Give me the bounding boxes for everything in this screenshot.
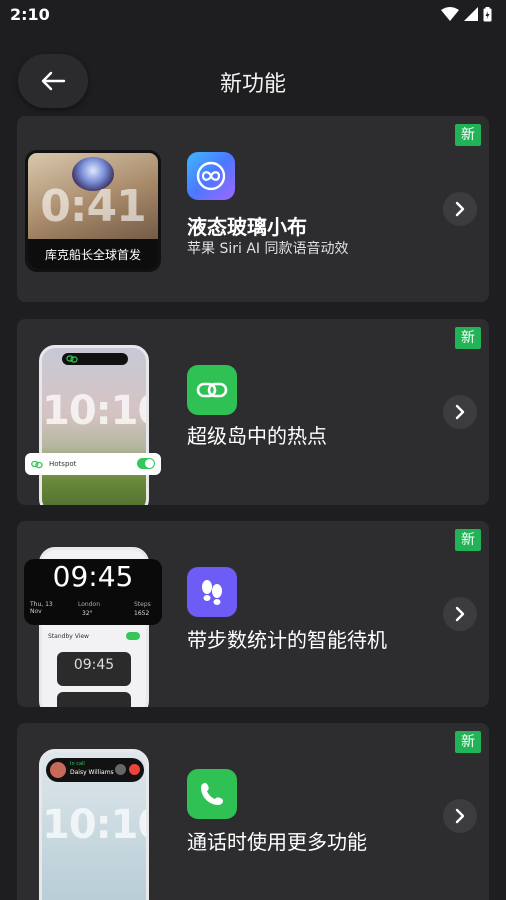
standby-mini-preview-2 [57, 692, 131, 707]
chevron-right-icon [455, 808, 465, 824]
battery-icon [483, 6, 492, 21]
preview-caption-text: 库克船长全球首发 [44, 247, 141, 262]
standby-view-label: Standby View [48, 632, 89, 640]
signal-icon [464, 7, 478, 21]
footprints-icon [202, 580, 222, 605]
preview-clock: 10:10 [42, 802, 146, 848]
feature-card-standby[interactable]: 新 Standby View 09:45 09:45 Thu, 13 Nov L… [17, 521, 489, 707]
hotspot-app-icon [187, 365, 237, 415]
liquid-glass-app-icon [187, 152, 235, 200]
standby-widget: 09:45 Thu, 13 Nov London 32° Steps 1652 [24, 559, 162, 625]
link-icon [66, 355, 78, 363]
chevron-right-button[interactable] [443, 799, 477, 833]
standby-date: Thu, 13 Nov [30, 601, 53, 615]
steps-label: Steps [134, 601, 151, 608]
status-time: 2:10 [10, 4, 50, 24]
caller-name: Daisy Williams [70, 769, 114, 776]
preview-clock: 10:10 [42, 388, 146, 434]
dynamic-island [62, 353, 128, 365]
phone-preview: 10:10 [39, 345, 149, 505]
header: 新功能 [0, 52, 506, 112]
feature-preview: 0:41 库克船长全球首发 [25, 150, 161, 272]
link-icon [31, 460, 43, 468]
chevron-right-button[interactable] [443, 192, 477, 226]
card-title: 超级岛中的热点 [187, 424, 327, 448]
standby-toggle [126, 632, 140, 640]
steps-value: 1652 [134, 610, 150, 617]
chevron-right-icon [455, 606, 465, 622]
hotspot-label: Hotspot [49, 460, 77, 468]
hotspot-toggle [137, 458, 155, 469]
steps-app-icon [187, 567, 237, 617]
chevron-right-icon [455, 404, 465, 420]
hotspot-pill: Hotspot [25, 453, 161, 475]
phone-icon [201, 783, 223, 805]
new-badge: 新 [455, 124, 481, 146]
standby-clock: 09:45 [52, 560, 134, 593]
hang-up-icon [129, 764, 140, 775]
feature-card-liquid-glass[interactable]: 新 0:41 库克船长全球首发 液态玻璃小布 苹果 Siri AI 同款语音动效 [17, 116, 489, 302]
mini-clock: 09:45 [73, 657, 115, 673]
card-title: 通话时使用更多功能 [187, 830, 367, 854]
call-island: In call Daisy Williams [46, 758, 144, 782]
chevron-right-icon [455, 201, 465, 217]
chevron-right-button[interactable] [443, 395, 477, 429]
status-bar: 2:10 [0, 0, 506, 28]
preview-clock: 0:41 [40, 181, 146, 232]
preview-caption: 库克船长全球首发 [28, 239, 158, 269]
caller-status: In call [70, 761, 85, 767]
link-icon [196, 382, 228, 398]
mute-icon [115, 764, 126, 775]
new-badge: 新 [455, 327, 481, 349]
phone-preview: In call Daisy Williams 10:10 [39, 749, 149, 900]
card-subtitle: 苹果 Siri AI 同款语音动效 [187, 241, 349, 257]
avatar [50, 762, 66, 778]
status-icons [441, 6, 492, 22]
feature-card-hotspot[interactable]: 新 10:10 Hotspot 超级岛中的热点 [17, 319, 489, 505]
weather-city: London [78, 601, 100, 608]
phone-app-icon [187, 769, 237, 819]
infinity-icon [196, 161, 226, 191]
page-title: 新功能 [219, 72, 286, 97]
new-badge: 新 [455, 529, 481, 551]
card-title: 带步数统计的智能待机 [187, 628, 387, 652]
feature-card-call[interactable]: 新 In call Daisy Williams 10:10 通话时使用更多功能 [17, 723, 489, 900]
new-badge: 新 [455, 731, 481, 753]
standby-mini-preview: 09:45 [57, 652, 131, 686]
card-title: 液态玻璃小布 [187, 215, 307, 239]
wifi-icon [441, 7, 459, 21]
standby-settings: Standby View 09:45 [48, 630, 140, 707]
weather-temp: 32° [82, 610, 93, 617]
chevron-right-button[interactable] [443, 597, 477, 631]
